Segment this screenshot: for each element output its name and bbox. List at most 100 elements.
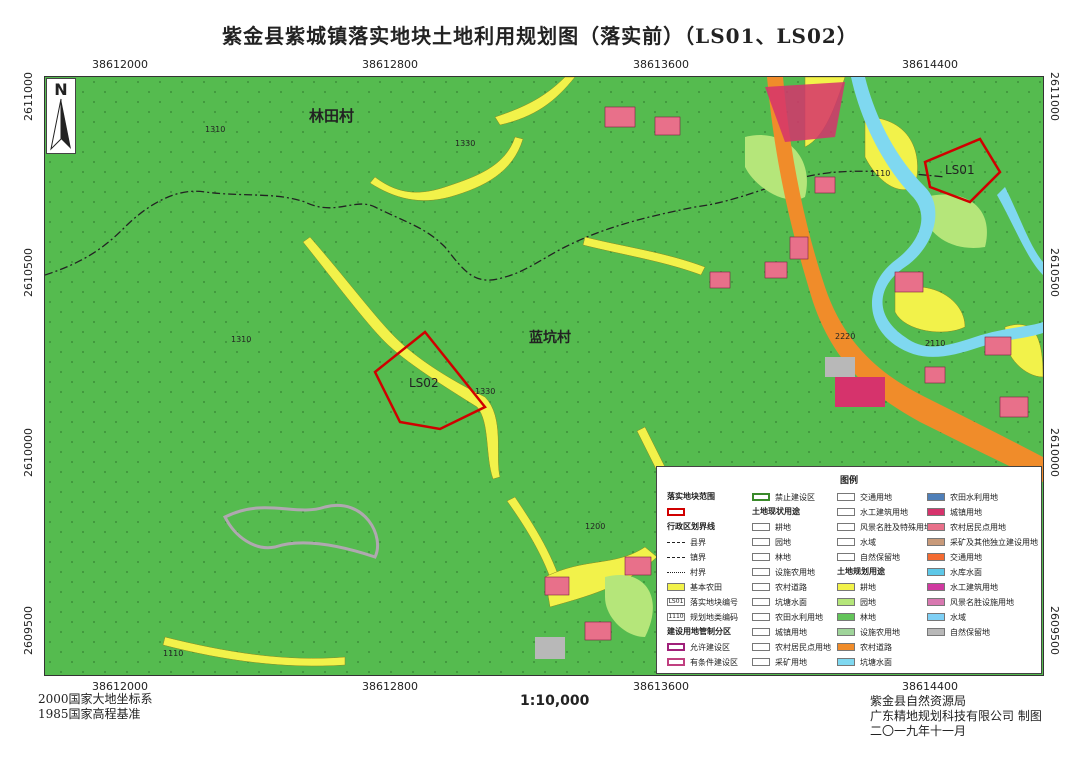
- legend-swatch: [927, 493, 945, 501]
- legend-label: 交通用地: [950, 552, 982, 562]
- legend-label: 采矿及其他独立建设用地: [950, 537, 1038, 547]
- rural-residential-parcel: [814, 176, 836, 194]
- rural-residential-parcel: [789, 236, 809, 260]
- legend-item: 允许建设区: [667, 641, 730, 653]
- legend-item: 采矿及其他独立建设用地: [927, 536, 1038, 548]
- legend-label: 自然保留地: [950, 627, 990, 637]
- legend-title: 图例: [839, 476, 858, 486]
- legend-item: 基本农田: [667, 581, 722, 593]
- legend-label: 自然保留地: [860, 552, 900, 562]
- legend-item: 县界: [667, 536, 706, 548]
- legend-section-header: 土地规划用途: [837, 567, 885, 576]
- legend-swatch: [752, 628, 770, 636]
- top-coord-1: 38612000: [92, 58, 148, 71]
- legend-item: 耕地: [752, 521, 791, 533]
- legend-label: 村界: [690, 567, 706, 577]
- legend-swatch: [837, 523, 855, 531]
- legend-swatch: [927, 598, 945, 606]
- legend-swatch: [837, 658, 855, 666]
- coordinate-system: 2000国家大地坐标系: [38, 692, 153, 706]
- cartographer: 广东精地规划科技有限公司 制图: [870, 709, 1042, 723]
- legend-label: 水域: [950, 612, 966, 622]
- legend-item: 有条件建设区: [667, 656, 738, 668]
- legend-swatch: [752, 553, 770, 561]
- land-code-label: 2220: [835, 332, 856, 341]
- legend-item: 自然保留地: [927, 626, 990, 638]
- legend-swatch: [752, 568, 770, 576]
- right-coord-2: 2610500: [1048, 248, 1061, 297]
- legend-label: 采矿用地: [775, 657, 807, 667]
- map-legend: 图例 落实地块范围 行政区划界线 县界 镇界 村界 基本农田 LS01 落实地块编号 1110 规…: [656, 466, 1042, 674]
- legend-label: 禁止建设区: [775, 492, 815, 502]
- legend-label: 城镇用地: [950, 507, 982, 517]
- rural-residential-parcel: [894, 271, 924, 293]
- rural-residential-parcel: [764, 261, 788, 279]
- legend-swatch: [667, 508, 685, 516]
- rural-residential-parcel: [544, 576, 570, 596]
- right-coord-4: 2609500: [1048, 606, 1061, 655]
- legend-item: 设施农用地: [752, 566, 815, 578]
- land-code-label: 1110: [870, 169, 891, 178]
- legend-label: 耕地: [775, 522, 791, 532]
- legend-label: 水工建筑用地: [860, 507, 908, 517]
- footer-right: 紫金县自然资源局 广东精地规划科技有限公司 制图 二〇一九年十一月: [870, 694, 1042, 739]
- top-coord-4: 38614400: [902, 58, 958, 71]
- legend-item: 水工建筑用地: [837, 506, 908, 518]
- legend-swatch: 1110: [667, 613, 685, 621]
- legend-swatch: [667, 571, 685, 573]
- north-arrow: N: [46, 78, 76, 154]
- legend-item: 水库水面: [927, 566, 982, 578]
- rural-residential-parcel: [924, 366, 946, 384]
- left-coord-1: 2611000: [22, 72, 35, 121]
- plot-label-ls01: LS01: [945, 163, 975, 177]
- rural-residential-parcel: [584, 621, 612, 641]
- legend-label: 设施农用地: [775, 567, 815, 577]
- legend-label: 林地: [775, 552, 791, 562]
- footer-left: 2000国家大地坐标系 1985国家高程基准: [38, 692, 153, 722]
- legend-swatch: [752, 583, 770, 591]
- legend-label: 林地: [860, 612, 876, 622]
- legend-swatch: [752, 523, 770, 531]
- plot-label-ls02: LS02: [409, 376, 439, 390]
- legend-swatch: [667, 658, 685, 666]
- legend-swatch: [837, 643, 855, 651]
- legend-item: 农村居民点用地: [927, 521, 1006, 533]
- north-letter: N: [54, 80, 68, 99]
- legend-item: 设施农用地: [837, 626, 900, 638]
- left-coord-3: 2610000: [22, 428, 35, 477]
- legend-label: 允许建设区: [690, 642, 730, 652]
- legend-swatch: [927, 508, 945, 516]
- legend-swatch: [927, 568, 945, 576]
- legend-item: 水域: [837, 536, 876, 548]
- legend-item: 坑塘水面: [837, 656, 892, 668]
- left-coord-4: 2609500: [22, 606, 35, 655]
- legend-swatch: [927, 538, 945, 546]
- legend-item: 1110 规划地类编码: [667, 611, 738, 623]
- legend-swatch: [667, 643, 685, 651]
- legend-swatch: [837, 598, 855, 606]
- land-code-label: 1110: [163, 649, 184, 658]
- legend-label: 落实地块编号: [690, 597, 738, 607]
- legend-item: 自然保留地: [837, 551, 900, 563]
- town-land-parcel: [835, 377, 885, 407]
- legend-label: 城镇用地: [775, 627, 807, 637]
- legend-label: 农村道路: [860, 642, 892, 652]
- bottom-coord-2: 38612800: [362, 680, 418, 693]
- legend-label: 风景名胜设施用地: [950, 597, 1014, 607]
- legend-label: 交通用地: [860, 492, 892, 502]
- legend-swatch: [837, 613, 855, 621]
- legend-swatch: [927, 583, 945, 591]
- right-coord-1: 2611000: [1048, 72, 1061, 121]
- legend-swatch: [837, 553, 855, 561]
- legend-swatch: [927, 523, 945, 531]
- legend-section-header: 土地现状用途: [752, 507, 800, 516]
- legend-item: 农村道路: [752, 581, 807, 593]
- reserve-land-parcel: [535, 637, 565, 659]
- legend-swatch: [837, 628, 855, 636]
- legend-item: 风景名胜设施用地: [927, 596, 1014, 608]
- legend-label: 园地: [860, 597, 876, 607]
- legend-label: 农田水利用地: [950, 492, 998, 502]
- land-code-label: 1200: [585, 522, 606, 531]
- legend-swatch: [752, 643, 770, 651]
- legend-swatch: [927, 613, 945, 621]
